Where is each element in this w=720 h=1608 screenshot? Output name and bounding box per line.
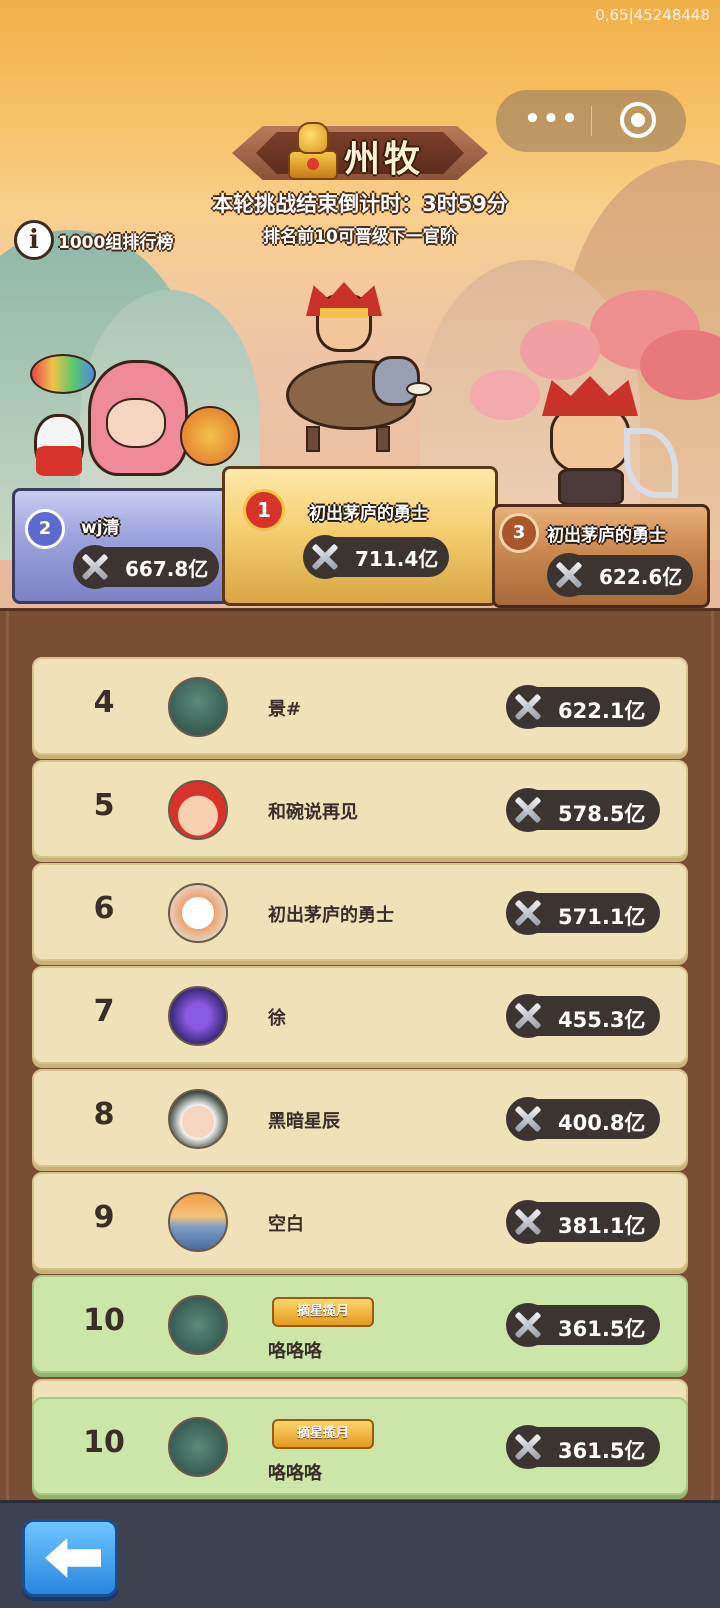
row-rank: 6 (93, 891, 115, 926)
crossed-swords-icon (303, 535, 347, 579)
crossed-swords-icon (506, 994, 550, 1038)
countdown-text: 本轮挑战结束倒计时：3时59分 (212, 192, 508, 216)
podium-rank-3[interactable]: 3 初出茅庐的勇士 622.6亿 (492, 504, 710, 608)
ranking-row[interactable]: 6 初出茅庐的勇士 571.1亿 (32, 863, 688, 961)
rank3-character[interactable] (538, 376, 688, 510)
info-icon[interactable]: i (14, 220, 54, 260)
podium-2-power: 667.8亿 (73, 545, 219, 589)
podium-2-name: wj清 (81, 518, 120, 538)
row-power: 455.3亿 (506, 994, 660, 1038)
crossed-swords-icon (506, 1303, 550, 1347)
row-power: 578.5亿 (506, 788, 660, 832)
crossed-swords-icon (506, 685, 550, 729)
back-button[interactable] (22, 1519, 118, 1597)
podium-1-power: 711.4亿 (303, 535, 449, 579)
avatar[interactable] (168, 986, 228, 1046)
row-rank: 8 (93, 1097, 115, 1132)
capsule-divider (591, 106, 592, 136)
crossed-swords-icon (506, 1097, 550, 1141)
row-rank: 7 (93, 994, 115, 1029)
crossed-swords-icon (73, 545, 117, 589)
ranking-list-panel[interactable]: 4 景# 622.1亿 5 和碗说再见 578.5亿 6 初出茅庐的勇士 571… (0, 608, 720, 1500)
row-power: 622.1亿 (506, 685, 660, 729)
avatar[interactable] (168, 1417, 228, 1477)
blossom-tree-decoration (520, 320, 600, 380)
row-rank: 4 (93, 685, 115, 720)
avatar[interactable] (168, 1295, 228, 1355)
row-player-name: 空白 (268, 1214, 304, 1235)
row-player-name: 黑暗星辰 (268, 1111, 340, 1132)
avatar[interactable] (168, 883, 228, 943)
back-arrow-icon (45, 1538, 101, 1578)
ranking-row[interactable]: 7 徐 455.3亿 (32, 966, 688, 1064)
crossed-swords-icon (506, 1200, 550, 1244)
row-player-name: 徐 (268, 1008, 286, 1029)
row-player-name: 初出茅庐的勇士 (268, 905, 394, 926)
row-player-name: 景# (268, 699, 302, 720)
leaderboard-link-label[interactable]: 1000组排行榜 (58, 228, 173, 253)
row-player-name: 和碗说再见 (268, 802, 358, 823)
ranking-row[interactable]: 9 空白 381.1亿 (32, 1172, 688, 1270)
rank-tier-banner: 州牧 (212, 120, 508, 186)
ranking-row[interactable]: 4 景# 622.1亿 (32, 657, 688, 755)
podium-1-name: 初出茅庐的勇士 (309, 504, 428, 524)
miniprogram-capsule: ••• (496, 90, 686, 152)
bottom-bar (0, 1500, 720, 1608)
crossed-swords-icon (506, 1425, 550, 1469)
row-power: 361.5亿 (506, 1425, 660, 1469)
row-rank: 10 (83, 1425, 125, 1460)
avatar[interactable] (168, 780, 228, 840)
avatar[interactable] (168, 1192, 228, 1252)
rank2-character[interactable] (26, 350, 246, 490)
ranking-row[interactable]: 8 黑暗星辰 400.8亿 (32, 1069, 688, 1167)
more-options-icon[interactable]: ••• (522, 104, 582, 134)
row-rank: 10 (83, 1303, 125, 1338)
crossed-swords-icon (506, 891, 550, 935)
ranking-row-highlight[interactable]: 10 摘星揽月 咯咯咯 361.5亿 (32, 1275, 688, 1373)
podium-3-power: 622.6亿 (547, 553, 693, 597)
row-rank: 9 (93, 1200, 115, 1235)
row-player-name: 咯咯咯 (268, 1341, 322, 1362)
row-rank: 5 (93, 788, 115, 823)
rank-3-badge: 3 (499, 513, 539, 553)
player-title-badge: 摘星揽月 (272, 1419, 374, 1449)
podium-3-name: 初出茅庐的勇士 (547, 526, 666, 546)
close-miniprogram-icon[interactable] (620, 102, 656, 138)
row-power: 400.8亿 (506, 1097, 660, 1141)
player-title-badge: 摘星揽月 (272, 1297, 374, 1327)
self-ranking-row[interactable]: 10 摘星揽月 咯咯咯 361.5亿 (32, 1397, 688, 1495)
row-power: 361.5亿 (506, 1303, 660, 1347)
arena-scene: 0,65|45248448 ••• 州牧 本轮挑战结束倒计时：3时59分 排名前… (0, 0, 720, 612)
tier-title: 州牧 (344, 139, 425, 180)
podium-rank-2[interactable]: 2 wj清 667.8亿 (12, 488, 234, 604)
crossed-swords-icon (547, 553, 591, 597)
rank-1-badge: 1 (243, 489, 285, 531)
row-power: 381.1亿 (506, 1200, 660, 1244)
rank-2-badge: 2 (25, 509, 65, 549)
blossom-tree-decoration (470, 370, 540, 420)
crossed-swords-icon (506, 788, 550, 832)
ranking-row[interactable]: 5 和碗说再见 578.5亿 (32, 760, 688, 858)
avatar[interactable] (168, 1089, 228, 1149)
podium-rank-1[interactable]: 1 初出茅庐的勇士 711.4亿 (222, 466, 498, 606)
debug-watermark: 0,65|45248448 (595, 6, 710, 24)
leaderboard-info-button[interactable]: i 1000组排行榜 (14, 220, 173, 260)
avatar[interactable] (168, 677, 228, 737)
row-player-name: 咯咯咯 (268, 1463, 322, 1484)
official-seal-icon (284, 120, 342, 182)
rank1-character[interactable] (276, 282, 436, 458)
row-power: 571.1亿 (506, 891, 660, 935)
